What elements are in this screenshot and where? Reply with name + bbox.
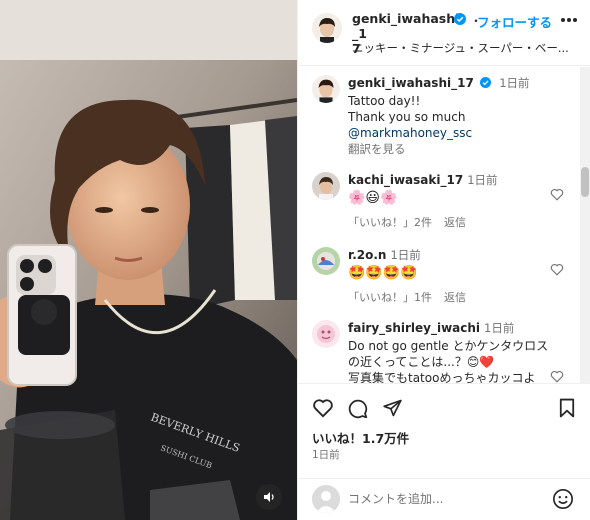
author-avatar[interactable] xyxy=(312,13,342,43)
comment-item: r.2o.n 1日前 🤩🤩🤩🤩 「いいね！」1件 返信 xyxy=(298,247,581,307)
commenter-username[interactable]: r.2o.n 1日前 xyxy=(348,247,421,263)
translate-link[interactable]: 翻訳を見る xyxy=(348,141,558,157)
comment-item: fairy_shirley_iwachi 1日前 Do not go gentle… xyxy=(298,320,581,383)
avatar-image xyxy=(312,247,340,275)
comment-meta: 「いいね！」1件 返信 xyxy=(348,289,478,305)
avatar-image xyxy=(312,172,340,200)
commenter-username-text[interactable]: kachi_iwasaki_17 xyxy=(348,173,463,187)
commenter-username-text[interactable]: fairy_shirley_iwachi xyxy=(348,321,480,335)
caption-line-1: Tattoo day!! xyxy=(348,94,421,108)
mute-toggle-button[interactable] xyxy=(256,484,282,510)
save-bookmark-icon[interactable] xyxy=(559,398,575,418)
reply-button[interactable]: 返信 xyxy=(444,291,466,304)
comment-text-line-3: 写真集でもtatooめっちゃカッコよ xyxy=(348,371,536,383)
comment-time: 1日前 xyxy=(484,321,515,335)
like-comment-heart-icon[interactable] xyxy=(550,263,564,276)
like-comment-heart-icon[interactable] xyxy=(550,370,564,383)
caption-mention-link[interactable]: @markmahoney_ssc xyxy=(348,125,558,141)
speaker-icon xyxy=(264,492,274,502)
caption-username[interactable]: genki_iwahashi_17 1日前 xyxy=(348,75,530,91)
follow-button[interactable]: フォローする xyxy=(477,12,552,31)
commenter-avatar[interactable] xyxy=(312,247,340,275)
caption-line-2: Thank you so much xyxy=(348,110,466,124)
comments-list[interactable]: genki_iwahashi_17 1日前 Tattoo day!! Thank… xyxy=(298,67,590,383)
avatar-image xyxy=(312,13,342,43)
caption-username-text[interactable]: genki_iwahashi_17 xyxy=(348,76,474,90)
commenter-avatar[interactable] xyxy=(312,172,340,200)
scrollbar-thumb[interactable] xyxy=(581,167,589,197)
comment-likes-count[interactable]: 「いいね！」1件 xyxy=(348,291,432,304)
like-comment-heart-icon[interactable] xyxy=(550,188,564,201)
avatar-image xyxy=(312,75,340,103)
comment-meta: 「いいね！」2件 返信 xyxy=(348,214,478,230)
add-comment-bar xyxy=(298,478,590,520)
comment-bubble-icon[interactable] xyxy=(347,398,368,419)
commenter-username[interactable]: fairy_shirley_iwachi 1日前 xyxy=(348,320,514,336)
like-heart-icon[interactable] xyxy=(312,398,334,418)
likes-count[interactable]: いいね！1.7万件 xyxy=(312,428,409,447)
caption-text: Tattoo day!! Thank you so much @markmaho… xyxy=(348,93,558,157)
comment-text: 🤩🤩🤩🤩 xyxy=(348,265,418,281)
post-detail-panel: genki_iwahashi_1 7 ・ フォローする ニッキー・ミナージュ・ス… xyxy=(297,0,590,520)
verified-badge-icon xyxy=(454,13,466,25)
post-date: 1日前 xyxy=(312,449,340,461)
current-user-avatar xyxy=(312,485,340,513)
share-send-icon[interactable] xyxy=(382,398,403,418)
verified-badge-icon xyxy=(480,77,491,88)
post-actions: いいね！1.7万件 1日前 xyxy=(298,383,590,478)
post-photo: BEVERLY HILLS SUSHI CLUB xyxy=(0,0,297,520)
more-options-icon[interactable] xyxy=(560,17,578,23)
comment-text-line-2: の近くってことは...？😊❤️ xyxy=(348,355,495,369)
audio-subtitle[interactable]: ニッキー・ミナージュ・スーパー・ベー... xyxy=(352,40,584,56)
comment-input[interactable] xyxy=(348,488,538,510)
comment-likes-count[interactable]: 「いいね！」2件 xyxy=(348,216,432,229)
comment-text: 🌸😃🌸 xyxy=(348,190,398,206)
commenter-username-text[interactable]: r.2o.n xyxy=(348,248,386,262)
comment-time: 1日前 xyxy=(467,173,498,187)
commenter-username[interactable]: kachi_iwasaki_17 1日前 xyxy=(348,172,498,188)
comments-scrollbar[interactable] xyxy=(580,67,590,383)
commenter-avatar[interactable] xyxy=(312,320,340,348)
default-avatar-icon xyxy=(312,485,340,513)
reply-button[interactable]: 返信 xyxy=(444,216,466,229)
caption-avatar[interactable] xyxy=(312,75,340,103)
caption: genki_iwahashi_17 1日前 Tattoo day!! Thank… xyxy=(298,75,581,165)
emoji-picker-icon[interactable] xyxy=(552,488,574,510)
caption-time: 1日前 xyxy=(499,76,530,90)
comment-item: kachi_iwasaki_17 1日前 🌸😃🌸 「いいね！」2件 返信 xyxy=(298,172,581,232)
comment-time: 1日前 xyxy=(390,248,421,262)
comment-text-line-1: Do not go gentle とかケンタウロス xyxy=(348,339,549,353)
post-header: genki_iwahashi_1 7 ・ フォローする ニッキー・ミナージュ・ス… xyxy=(298,0,590,66)
comment-text: Do not go gentle とかケンタウロス の近くってことは...？😊❤… xyxy=(348,338,558,383)
avatar-image xyxy=(312,320,340,348)
post-media[interactable]: BEVERLY HILLS SUSHI CLUB xyxy=(0,0,297,520)
